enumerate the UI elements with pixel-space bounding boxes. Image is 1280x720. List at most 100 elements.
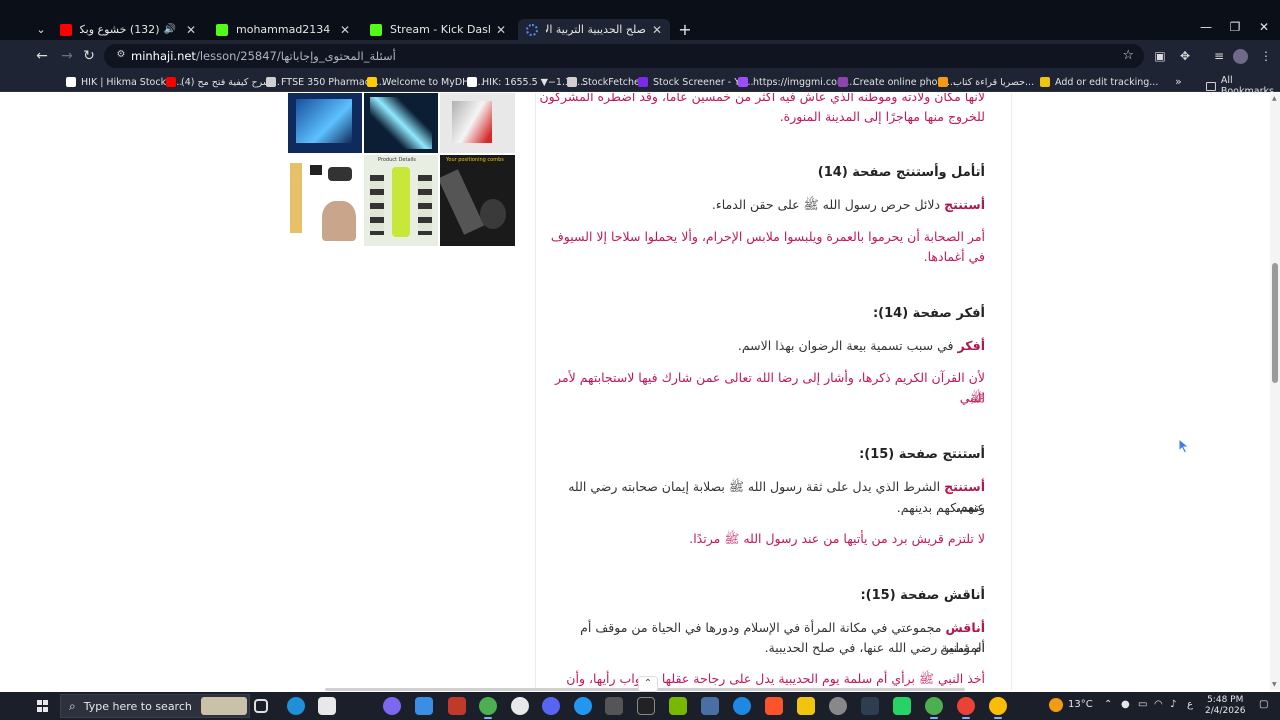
product-image[interactable]: Your positioning combs — [440, 155, 515, 246]
discord-icon[interactable] — [542, 697, 560, 715]
copilot-icon[interactable] — [383, 697, 401, 715]
product-photo — [392, 167, 410, 237]
browser-blue-icon[interactable] — [574, 697, 592, 715]
product-image[interactable] — [288, 93, 362, 153]
answer-text: لأنها مكان ولادته وموطنه الذي عاش فيه أك… — [539, 93, 985, 104]
product-image[interactable] — [364, 93, 438, 153]
bookmark-item[interactable]: HIK | Hikma Stock P... — [66, 75, 182, 89]
product-photo — [328, 167, 352, 181]
scroll-down-icon[interactable]: ▼ — [1272, 681, 1277, 688]
tab-title: Stream - Kick Dashboard — [390, 23, 490, 36]
close-window-button[interactable]: ✕ — [1254, 20, 1274, 34]
chevron-up-icon[interactable]: ⌃ — [638, 676, 658, 692]
bookmarks-overflow-button[interactable]: » — [1175, 75, 1182, 88]
tab-youtube[interactable]: (132) خشوع وبكاء الشيخ ياسر 🔊 ✕ — [52, 19, 204, 40]
weather-icon[interactable] — [1049, 698, 1063, 712]
product-details-label: Product Details — [378, 157, 416, 163]
site-info-icon[interactable]: ⚙ — [114, 49, 128, 63]
product-image[interactable] — [440, 93, 515, 153]
whatsapp-icon[interactable] — [893, 697, 911, 715]
chrome-third-icon[interactable] — [989, 697, 1007, 719]
url-text[interactable]: minhaji.net/lesson/25847/أسئلة_المحتوى_و… — [131, 49, 396, 63]
answer-text: في أغمادها. — [923, 249, 985, 264]
close-tab-icon[interactable]: ✕ — [186, 23, 196, 37]
close-tab-icon[interactable]: ✕ — [340, 23, 350, 37]
page-scrollbar[interactable]: ▲ ▼ — [1270, 93, 1280, 690]
tracking-icon — [1040, 77, 1050, 87]
question-body: في سبب تسمية بيعة الرضوان بهذا الاسم. — [737, 338, 954, 353]
translate-icon[interactable]: ▣ — [1151, 48, 1169, 64]
bookmark-item[interactable]: (4) شرح كيفية فتح مح... — [166, 75, 280, 89]
tab-title: (132) خشوع وبكاء الشيخ ياسر — [80, 23, 160, 36]
chevron-up-tray-icon[interactable]: ⌃ — [1104, 699, 1112, 710]
search-placeholder: Type here to search — [83, 699, 192, 713]
weather-temp[interactable]: 13°C — [1068, 699, 1093, 710]
tab-kick-dashboard[interactable]: Stream - Kick Dashboard ✕ — [362, 19, 514, 40]
search-highlight-image — [201, 697, 247, 715]
store-icon[interactable] — [318, 697, 336, 715]
notification-icon[interactable]: ▢ — [1259, 699, 1268, 710]
reload-icon[interactable]: ↻ — [80, 48, 98, 64]
kick-icon — [216, 23, 228, 36]
tab-minhaji-active[interactable]: صلح الحديبية التربية الإسلامية الث ✕ — [518, 19, 670, 40]
network-icon[interactable]: ▭ — [1138, 699, 1147, 710]
close-tab-icon[interactable]: ✕ — [652, 23, 662, 37]
scroll-up-icon[interactable]: ▲ — [1272, 95, 1277, 102]
task-view-icon[interactable] — [254, 699, 268, 713]
windows-start-icon[interactable] — [37, 700, 49, 712]
address-bar[interactable]: ⚙ minhaji.net/lesson/25847/أسئلة_المحتوى… — [104, 44, 1144, 68]
bookmark-item[interactable]: Add or edit tracking... — [1040, 75, 1158, 89]
bookmark-label: StockFetcher — [582, 76, 644, 88]
rss-icon — [938, 77, 948, 87]
app-red-icon[interactable] — [448, 697, 466, 715]
bookmark-item[interactable]: StockFetcher — [567, 75, 644, 89]
maximize-button[interactable]: ❐ — [1225, 20, 1245, 34]
close-tab-icon[interactable]: ✕ — [496, 23, 506, 37]
product-image[interactable] — [288, 155, 362, 246]
chrome-icon[interactable] — [479, 697, 497, 719]
scrollbar-thumb[interactable] — [1272, 263, 1278, 383]
profile-avatar[interactable] — [1233, 49, 1248, 64]
chrome-alt-icon[interactable] — [957, 697, 975, 719]
product-photo — [370, 175, 384, 235]
tab-search-button[interactable]: ⌄ — [31, 20, 51, 38]
nvidia-icon[interactable] — [669, 697, 687, 715]
system-clock[interactable]: 5:48 PM 2/4/2026 — [1205, 695, 1245, 717]
back-arrow-icon[interactable]: ← — [33, 48, 51, 64]
edge-dev-icon[interactable] — [733, 697, 751, 715]
settings-gear-icon[interactable] — [829, 697, 847, 715]
app-yellow-icon[interactable] — [797, 697, 815, 715]
url-path: /lesson/25847/أسئلة_المحتوى_وإجاباتها — [195, 49, 396, 63]
bookmark-item[interactable]: Stock Screener - Ya... — [638, 75, 754, 89]
menu-kebab-icon[interactable]: ⋮ — [1257, 48, 1275, 64]
bookmark-item[interactable]: حصريا قراءة كتاب... — [938, 75, 1034, 89]
brave-icon[interactable] — [765, 697, 783, 715]
obs-icon[interactable] — [511, 697, 529, 715]
app-dark-icon[interactable] — [861, 697, 879, 715]
app-grey-icon[interactable] — [605, 697, 623, 715]
windows-taskbar: ⌕ Type here to search 13°C ⌃ ● ▭ ◠ ♪ ع 5… — [0, 692, 1280, 720]
extensions-icon[interactable]: ✥ — [1176, 48, 1194, 64]
app-blue-icon[interactable] — [701, 697, 719, 715]
bookmark-star-icon[interactable]: ☆ — [1122, 48, 1134, 63]
input-language[interactable]: ع — [1187, 699, 1193, 710]
microphone-icon[interactable]: ● — [1121, 699, 1130, 710]
volume-icon[interactable]: ♪ — [1170, 699, 1176, 710]
question-body: دلائل حرص رسول الله ﷺ على حقن الدماء. — [711, 197, 941, 212]
media-control-icon[interactable]: ≡ — [1210, 48, 1228, 64]
tab-strip: ⌄ (132) خشوع وبكاء الشيخ ياسر 🔊 ✕ mohamm… — [0, 0, 1280, 40]
question-text: أفكر في سبب تسمية بيعة الرضوان بهذا الاس… — [738, 336, 985, 356]
tab-kick-stream[interactable]: mohammad2134 Stream - Watc ✕ — [208, 19, 358, 40]
epic-games-icon[interactable] — [637, 697, 655, 715]
minimize-button[interactable]: — — [1196, 20, 1216, 34]
edge-icon[interactable] — [287, 697, 305, 715]
speaker-icon[interactable]: 🔊 — [163, 24, 175, 35]
question-text-continued: أم سلمة رضي الله عنها، في صلح الحديبية. — [764, 640, 985, 655]
mail-icon[interactable] — [415, 697, 433, 715]
wifi-icon[interactable]: ◠ — [1154, 699, 1163, 710]
forward-arrow-icon[interactable]: → — [58, 48, 76, 64]
chrome-profile-icon[interactable] — [925, 697, 943, 719]
taskbar-search-box[interactable]: ⌕ Type here to search — [60, 694, 250, 718]
new-tab-button[interactable]: + — [676, 20, 694, 39]
product-image[interactable]: Product Details — [364, 155, 438, 246]
